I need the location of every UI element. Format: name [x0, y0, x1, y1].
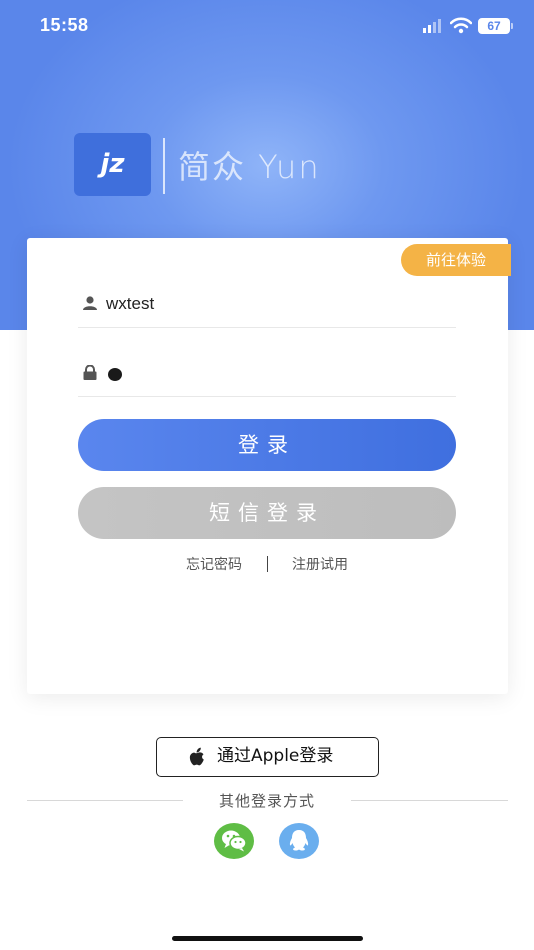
try-demo-button[interactable]: 前往体验 — [401, 244, 511, 276]
battery-level: 67 — [487, 19, 501, 33]
qq-icon — [289, 830, 309, 851]
username-input[interactable] — [106, 288, 446, 320]
sms-login-button[interactable]: 短信登录 — [78, 487, 456, 539]
cellular-signal-icon — [423, 19, 441, 33]
wifi-icon — [450, 17, 472, 34]
apple-login-label: 通过Apple登录 — [217, 746, 334, 766]
apple-login-button[interactable]: 通过Apple登录 — [156, 737, 379, 777]
battery-indicator: 67 — [478, 18, 510, 34]
logo-divider — [163, 138, 165, 194]
login-button[interactable]: 登录 — [78, 419, 456, 471]
lock-icon — [83, 365, 97, 380]
logo-mark: jz — [100, 149, 125, 179]
status-time: 15:58 — [40, 15, 89, 35]
forgot-password-link[interactable]: 忘记密码 — [186, 554, 242, 574]
app-logo: jz — [74, 133, 151, 196]
link-separator — [266, 556, 268, 572]
password-input[interactable] — [106, 357, 446, 389]
apple-icon — [189, 747, 204, 766]
battery-tip — [511, 23, 513, 29]
password-field — [78, 349, 456, 397]
wechat-icon — [222, 830, 247, 852]
username-field — [78, 280, 456, 328]
divider-right — [351, 800, 508, 801]
auth-links: 忘记密码 注册试用 — [0, 554, 534, 574]
qq-login-button[interactable] — [279, 823, 319, 859]
register-trial-link[interactable]: 注册试用 — [292, 554, 348, 574]
wechat-login-button[interactable] — [214, 823, 254, 859]
status-bar: 15:58 67 — [0, 0, 534, 52]
user-icon — [83, 296, 97, 310]
app-name: 简众 Yun — [178, 148, 321, 186]
home-indicator — [172, 936, 363, 941]
